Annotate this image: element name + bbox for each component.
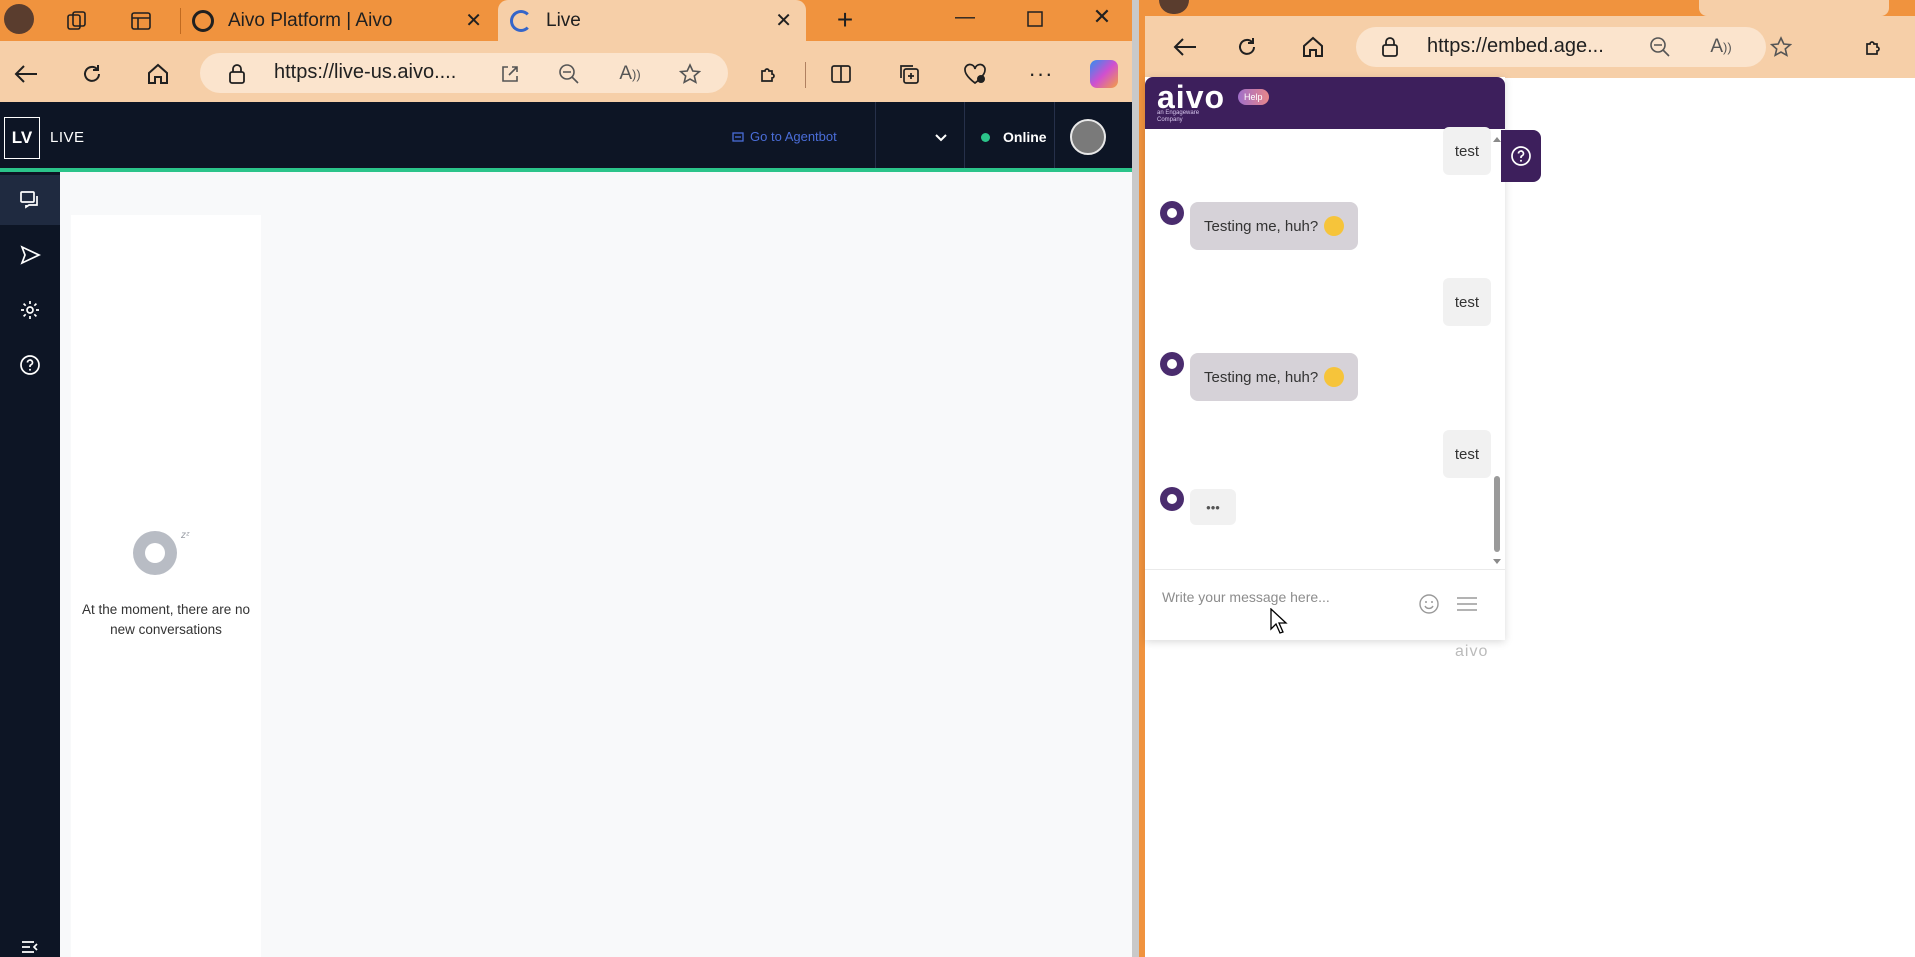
sidebar-item-settings[interactable] — [0, 285, 60, 335]
typing-indicator: ••• — [1190, 489, 1236, 525]
favorite-star-icon[interactable] — [677, 62, 703, 86]
app-logo: LV — [4, 117, 40, 159]
sleeping-bot-icon — [133, 531, 177, 575]
sidebar-item-help[interactable] — [0, 340, 60, 390]
agentbot-icon — [732, 131, 744, 142]
header-divider — [1054, 102, 1055, 170]
bot-message-text: Testing me, huh? — [1204, 217, 1319, 235]
conversation-list-panel — [71, 215, 261, 957]
user-message: test — [1442, 278, 1491, 326]
emoji-icon[interactable] — [1416, 592, 1442, 616]
help-toggle-button[interactable] — [1501, 130, 1541, 182]
header-divider — [875, 102, 876, 170]
tab-live[interactable]: Live ✕ — [498, 0, 806, 41]
open-external-icon[interactable] — [498, 62, 522, 86]
tab-divider — [180, 8, 181, 34]
bot-message-text: Testing me, huh? — [1204, 368, 1319, 386]
read-aloud-icon[interactable]: A)) — [617, 62, 643, 86]
scroll-down-arrow-icon[interactable] — [1492, 557, 1502, 567]
online-status-dot — [981, 133, 990, 142]
favorite-star-icon[interactable] — [1768, 35, 1794, 59]
split-screen-icon[interactable] — [828, 62, 854, 86]
go-to-agentbot-link[interactable]: Go to Agentbot — [732, 129, 837, 144]
collections-icon[interactable] — [896, 62, 922, 86]
profile-avatar[interactable] — [4, 4, 34, 34]
copilot-icon[interactable] — [1090, 60, 1118, 88]
menu-icon[interactable] — [1454, 592, 1480, 616]
header-divider — [964, 102, 965, 170]
refresh-icon[interactable] — [1231, 32, 1263, 62]
mouse-cursor-icon — [1270, 608, 1288, 634]
engageware-sub-brand: an Engageware Company — [1157, 110, 1200, 123]
input-divider — [1145, 569, 1505, 570]
read-aloud-icon[interactable]: A)) — [1708, 35, 1734, 59]
right-browser-window: https://embed.age... A)) aivo an Engagew… — [1139, 0, 1915, 957]
user-message: test — [1442, 430, 1491, 478]
toolbar-divider — [805, 62, 806, 88]
bot-message: Testing me, huh? — [1190, 353, 1359, 401]
gear-icon — [21, 301, 39, 319]
chat-bubbles-icon — [20, 191, 38, 209]
aivo-favicon-icon — [192, 9, 214, 32]
new-tab-button[interactable]: + — [830, 4, 860, 36]
tab-aivo-platform[interactable]: Aivo Platform | Aivo ✕ — [184, 0, 494, 41]
close-tab-icon[interactable]: ✕ — [775, 8, 792, 33]
bot-avatar-icon — [1160, 487, 1184, 511]
zoom-out-icon[interactable] — [1648, 35, 1672, 59]
empty-conversations-message: At the moment, there are no new conversa… — [81, 602, 251, 637]
back-icon[interactable] — [10, 58, 42, 90]
left-browser-window: Aivo Platform | Aivo ✕ Live ✕ + — ✕ http… — [0, 0, 1132, 957]
help-circle-icon — [1511, 146, 1531, 166]
maximize-button[interactable] — [1020, 4, 1050, 34]
lock-icon[interactable] — [1379, 35, 1401, 59]
home-icon[interactable] — [1297, 32, 1329, 62]
bot-avatar-icon — [1160, 201, 1184, 225]
url-text: https://live-us.aivo.... — [274, 61, 457, 83]
app-brand: LIVE — [50, 129, 85, 146]
browser-essentials-icon[interactable] — [962, 62, 988, 86]
sidebar-item-send[interactable] — [0, 230, 60, 280]
go-to-agentbot-label: Go to Agentbot — [750, 129, 837, 144]
more-options-icon[interactable]: ··· — [1028, 61, 1054, 86]
url-text: https://embed.age... — [1427, 35, 1604, 57]
aivo-footer-brand: aivo — [1455, 643, 1489, 660]
close-tab-icon[interactable]: ✕ — [465, 8, 482, 33]
user-avatar[interactable] — [1070, 119, 1106, 155]
chat-scrollbar[interactable] — [1494, 476, 1500, 552]
bot-message: Testing me, huh? — [1190, 202, 1359, 250]
extensions-icon[interactable] — [1861, 35, 1887, 59]
minimize-button[interactable]: — — [950, 2, 980, 32]
tab-actions-icon[interactable] — [126, 8, 156, 34]
help-badge: Help — [1238, 89, 1269, 105]
workspaces-icon[interactable] — [62, 8, 92, 34]
message-input[interactable]: Write your message here... — [1162, 589, 1330, 605]
refresh-icon[interactable] — [76, 58, 108, 90]
close-window-button[interactable]: ✕ — [1087, 2, 1117, 32]
scroll-up-arrow-icon[interactable] — [1492, 134, 1502, 144]
zzz-icon: zᶻ — [181, 530, 190, 541]
chevron-down-icon[interactable] — [930, 130, 952, 146]
app-header — [0, 102, 1132, 170]
sidebar-item-conversations[interactable] — [0, 175, 60, 225]
back-icon[interactable] — [1169, 32, 1201, 62]
window-split-divider[interactable] — [1132, 0, 1139, 957]
help-circle-icon — [20, 355, 40, 375]
extensions-icon[interactable] — [756, 62, 782, 86]
collapse-sidebar-icon[interactable] — [18, 938, 42, 956]
winking-emoji-icon — [1324, 367, 1345, 387]
tab-label: Live — [546, 9, 581, 31]
winking-emoji-icon — [1324, 216, 1345, 236]
lock-icon[interactable] — [226, 62, 248, 86]
send-icon — [20, 245, 41, 265]
tab-partial[interactable] — [1699, 0, 1889, 16]
user-message: test — [1442, 127, 1491, 175]
home-icon[interactable] — [142, 58, 174, 90]
live-favicon-icon — [510, 9, 532, 32]
agent-status[interactable]: Online — [1003, 129, 1047, 145]
tab-label: Aivo Platform | Aivo — [228, 9, 393, 31]
bot-avatar-icon — [1160, 352, 1184, 376]
zoom-out-icon[interactable] — [557, 62, 581, 86]
